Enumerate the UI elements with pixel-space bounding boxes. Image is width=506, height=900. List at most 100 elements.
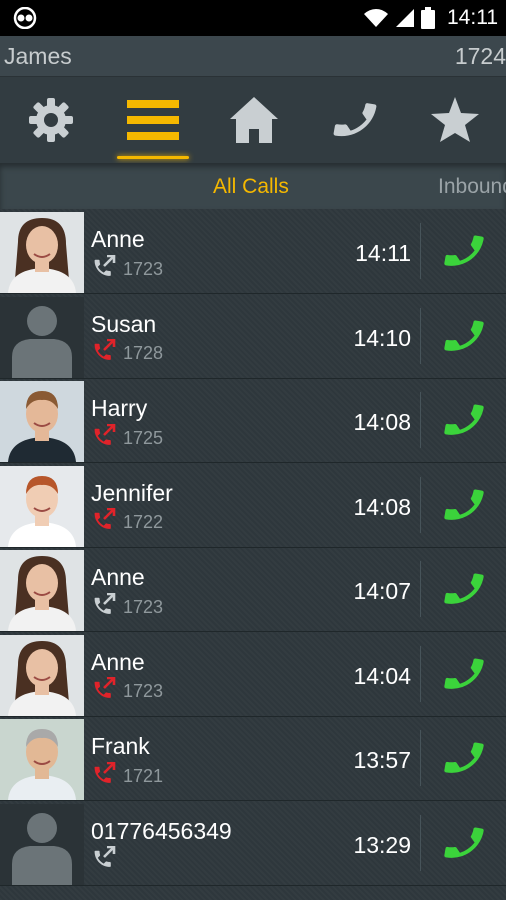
call-back-button[interactable]: [440, 313, 488, 359]
call-time: 14:08: [353, 409, 411, 435]
call-back-button[interactable]: [440, 651, 488, 697]
home-button[interactable]: [204, 77, 304, 163]
favorites-button[interactable]: [405, 77, 505, 163]
call-details: 1725: [91, 423, 164, 453]
call-row[interactable]: 01776456349 13:29: [0, 800, 506, 886]
caller-extension: 1722: [123, 512, 164, 532]
caller-name: 01776456349: [91, 817, 232, 844]
call-row[interactable]: Susan 1728 14:10: [0, 293, 506, 379]
main-toolbar: [0, 77, 506, 163]
call-back-button[interactable]: [440, 228, 488, 274]
status-bar: 14:11: [0, 0, 506, 36]
caller-name: Anne: [91, 564, 145, 590]
call-back-button[interactable]: [440, 735, 488, 781]
call-back-button[interactable]: [440, 397, 488, 443]
home-icon: [230, 97, 278, 143]
row-divider: [420, 392, 421, 448]
phone-icon: [440, 482, 488, 528]
missed-call-icon: [91, 676, 117, 706]
call-time: 13:57: [353, 747, 411, 773]
call-filter-tabs: All Calls Inbound: [0, 163, 506, 209]
user-extension: 1724: [454, 43, 506, 69]
avatar: [0, 634, 84, 716]
call-time: 14:08: [353, 493, 411, 520]
call-time: 14:10: [353, 324, 411, 351]
call-back-button[interactable]: [440, 566, 488, 612]
caller-extension: 1723: [123, 596, 164, 617]
phone-icon: [440, 735, 488, 781]
phone-icon: [440, 566, 488, 612]
call-details: [91, 845, 123, 875]
row-divider: [420, 476, 421, 533]
phone-icon: [440, 820, 488, 866]
menu-icon: [127, 100, 179, 140]
call-details: 1723: [91, 676, 164, 706]
phone-icon: [330, 95, 380, 145]
call-details: 1722: [91, 507, 164, 537]
row-divider: [420, 307, 421, 364]
caller-extension: 1723: [123, 681, 164, 701]
caller-name: Frank: [91, 733, 150, 759]
avatar: [0, 465, 84, 547]
call-row[interactable]: Anne 1723 14:11: [0, 209, 506, 294]
avatar: [0, 550, 84, 631]
outgoing-call-icon: [91, 592, 117, 622]
phone-icon: [440, 651, 488, 697]
call-row[interactable]: Anne 1723 14:07: [0, 547, 506, 632]
call-row[interactable]: Anne 1723 14:04: [0, 631, 506, 717]
call-back-button[interactable]: [440, 820, 488, 866]
row-divider: [420, 561, 421, 617]
call-details: 1723: [91, 254, 164, 284]
call-time: 14:11: [355, 240, 411, 266]
row-divider: [420, 223, 421, 279]
dialer-button[interactable]: [305, 77, 405, 163]
call-details: 1721: [91, 761, 164, 791]
missed-call-icon: [91, 507, 117, 537]
caller-extension: 1728: [123, 343, 164, 363]
star-icon: [431, 97, 479, 142]
call-time: 14:07: [353, 578, 411, 604]
call-details: 1723: [91, 592, 164, 622]
caller-name: Susan: [91, 310, 157, 337]
caller-name: Jennifer: [91, 479, 173, 506]
call-details: 1728: [91, 338, 164, 368]
phone-icon: [440, 397, 488, 443]
call-row[interactable]: Harry 1725 14:08: [0, 378, 506, 463]
avatar: [0, 381, 84, 462]
phone-icon: [440, 313, 488, 359]
missed-call-icon: [91, 338, 117, 368]
avatar: [0, 212, 84, 293]
missed-call-icon: [91, 761, 117, 791]
row-divider: [420, 645, 421, 702]
call-back-button[interactable]: [440, 482, 488, 528]
caller-extension: 1725: [123, 427, 164, 448]
gear-icon: [29, 98, 73, 142]
row-divider: [420, 730, 421, 786]
user-name: James: [4, 43, 72, 69]
row-divider: [420, 814, 421, 871]
signal-icon: [396, 9, 414, 27]
caller-name: Anne: [91, 648, 145, 675]
avatar: [0, 719, 84, 800]
status-time: 14:11: [447, 6, 498, 29]
caller-name: Harry: [91, 395, 148, 421]
avatar: [0, 803, 84, 885]
call-time: 13:29: [353, 831, 411, 858]
caller-name: Anne: [91, 226, 145, 252]
call-time: 14:04: [353, 662, 411, 689]
tab-inbound[interactable]: Inbound: [438, 175, 506, 199]
caller-extension: 1723: [123, 258, 164, 279]
outgoing-call-icon: [91, 845, 117, 875]
call-list-button[interactable]: [103, 77, 203, 163]
call-history-list: Anne 1723 14:11 Susan 1728 14:10 Harry 1725 14:0…: [0, 209, 506, 900]
avatar: [0, 296, 84, 378]
outgoing-call-icon: [91, 254, 117, 284]
call-row[interactable]: Frank 1721 13:57: [0, 716, 506, 801]
caller-extension: 1721: [123, 765, 164, 786]
user-bar: James 1724: [0, 36, 506, 77]
call-row[interactable]: Jennifer 1722 14:08: [0, 462, 506, 548]
battery-icon: [421, 7, 435, 29]
tab-all-calls[interactable]: All Calls: [213, 175, 289, 199]
missed-call-icon: [91, 423, 117, 453]
settings-button[interactable]: [1, 77, 101, 163]
